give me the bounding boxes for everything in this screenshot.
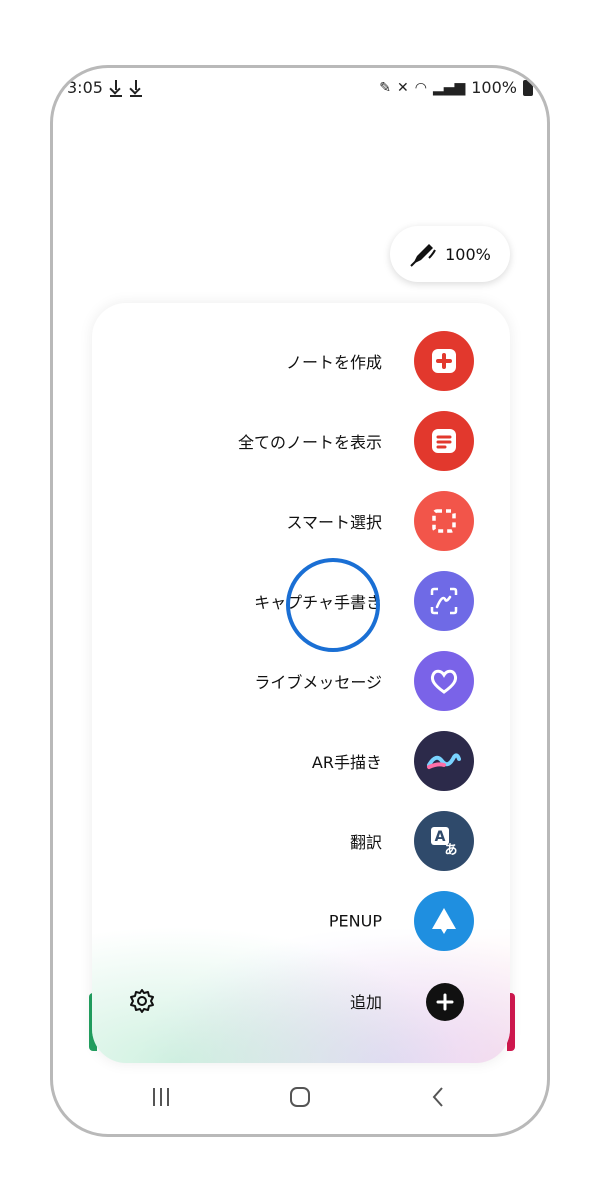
penup-icon[interactable] (414, 891, 474, 951)
back-icon[interactable] (431, 1086, 445, 1108)
menu-item-ar-doodle[interactable]: AR手描き (92, 729, 510, 793)
phone-frame: 3:05 ✎ ✕ ◠ ▂▄▆ 100% 100% ノートを作成 全てのノートを表… (50, 65, 550, 1137)
menu-item-label: PENUP (328, 911, 382, 931)
pen-battery-label: 100% (445, 244, 491, 264)
menu-item-translate[interactable]: 翻訳 Aあ (92, 809, 510, 873)
menu-item-penup[interactable]: PENUP (92, 889, 510, 953)
navigation-bar (53, 1064, 547, 1134)
menu-item-create-note[interactable]: ノートを作成 (92, 329, 510, 393)
menu-item-label: ライブメッセージ (254, 673, 382, 692)
status-battery: 100% (471, 78, 517, 97)
pen-battery-indicator: 100% (390, 226, 510, 282)
gear-icon[interactable] (128, 987, 156, 1015)
mute-icon: ✕ (396, 79, 409, 96)
signal-icon: ▂▄▆ (432, 79, 466, 96)
menu-item-label: 全てのノートを表示 (237, 433, 382, 452)
s-pen-icon: ✎ (379, 79, 391, 96)
smart-select-icon[interactable] (414, 491, 474, 551)
download-icon (109, 79, 123, 97)
svg-text:あ: あ (444, 843, 457, 858)
menu-item-live-message[interactable]: ライブメッセージ (92, 649, 510, 713)
status-bar: 3:05 ✎ ✕ ◠ ▂▄▆ 100% (67, 77, 533, 104)
translate-icon[interactable]: Aあ (414, 811, 474, 871)
menu-item-label: 翻訳 (349, 833, 382, 852)
wifi-icon: ◠ (414, 79, 427, 96)
screen-write-icon[interactable] (414, 571, 474, 631)
add-icon[interactable] (426, 983, 464, 1021)
menu-item-label: スマート選択 (286, 513, 382, 532)
menu-item-add[interactable]: 追加 (92, 969, 510, 1033)
menu-item-smart-select[interactable]: スマート選択 (92, 489, 510, 553)
menu-item-view-all-notes[interactable]: 全てのノートを表示 (92, 409, 510, 473)
menu-item-label: ノートを作成 (285, 353, 382, 372)
battery-icon (523, 77, 533, 96)
notes-list-icon[interactable] (414, 411, 474, 471)
ar-doodle-icon[interactable] (414, 731, 474, 791)
menu-item-label: AR手描き (311, 753, 382, 772)
home-icon[interactable] (289, 1086, 311, 1108)
touch-indicator-circle (286, 558, 380, 652)
pen-icon (410, 244, 437, 267)
heart-icon[interactable] (414, 651, 474, 711)
note-add-icon[interactable] (414, 331, 474, 391)
recent-apps-icon[interactable] (151, 1086, 171, 1108)
download-icon (129, 79, 143, 97)
add-label: 追加 (349, 993, 382, 1012)
air-command-panel: ノートを作成 全てのノートを表示 スマート選択 キャプチャ手書き ライブメッセー (92, 303, 510, 1063)
status-time: 3:05 (67, 78, 103, 97)
